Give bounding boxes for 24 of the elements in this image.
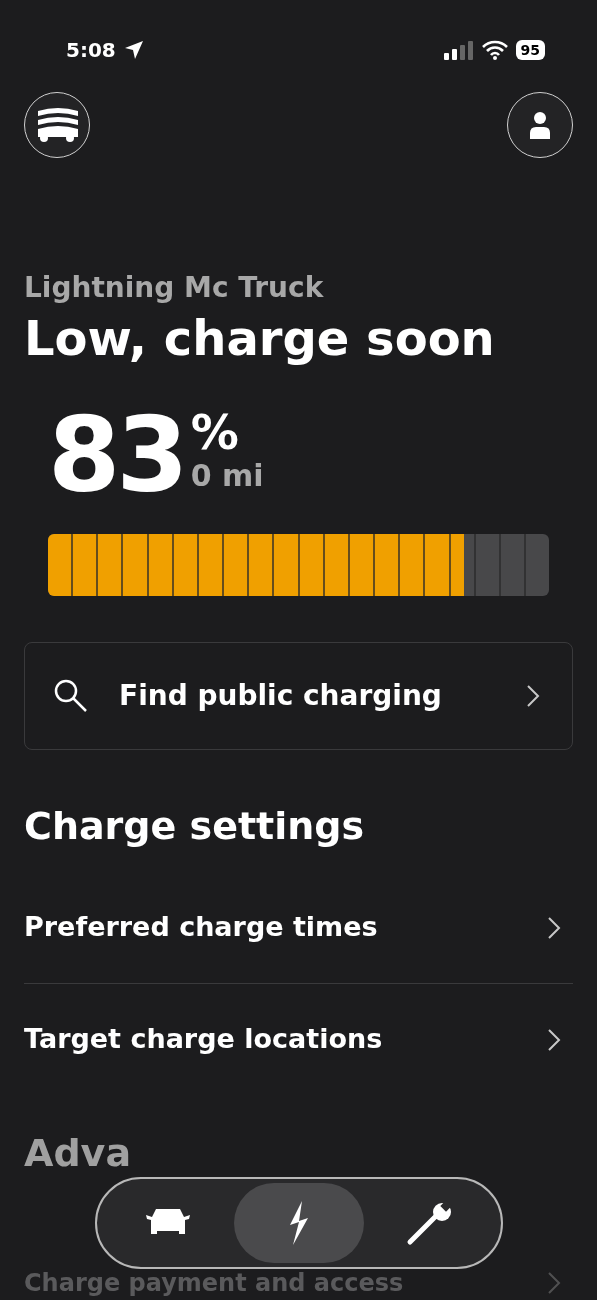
chevron-right-icon: [547, 1271, 561, 1295]
battery-indicator: 95: [515, 40, 545, 60]
status-time: 5:08: [66, 37, 116, 64]
chevron-right-icon: [547, 915, 561, 940]
settings-row[interactable]: Target charge locations: [24, 984, 573, 1095]
find-charging-button[interactable]: Find public charging: [24, 642, 573, 750]
section-heading: Charge settings: [23, 803, 366, 850]
chevron-right-icon: [526, 684, 540, 708]
signal-icon: [443, 40, 474, 60]
vehicle-name: Lightning Mc Truck: [24, 270, 325, 306]
location-arrow-icon: [123, 40, 144, 60]
range-text: 0 mi: [190, 458, 264, 494]
chevron-right-icon: [547, 1027, 561, 1052]
status-title: Low, charge soon: [24, 309, 496, 368]
percent-sign: %: [190, 406, 240, 458]
settings-row[interactable]: Preferred charge times: [24, 872, 573, 983]
wrench-icon: [405, 1200, 454, 1246]
wifi-icon: [481, 40, 508, 60]
truck-icon: [36, 107, 78, 143]
charge-percent: 83: [48, 400, 185, 510]
lightning-bolt-icon: [290, 1201, 308, 1245]
section-heading: Adva: [23, 1130, 133, 1177]
person-icon: [529, 111, 551, 139]
search-icon: [53, 678, 89, 714]
